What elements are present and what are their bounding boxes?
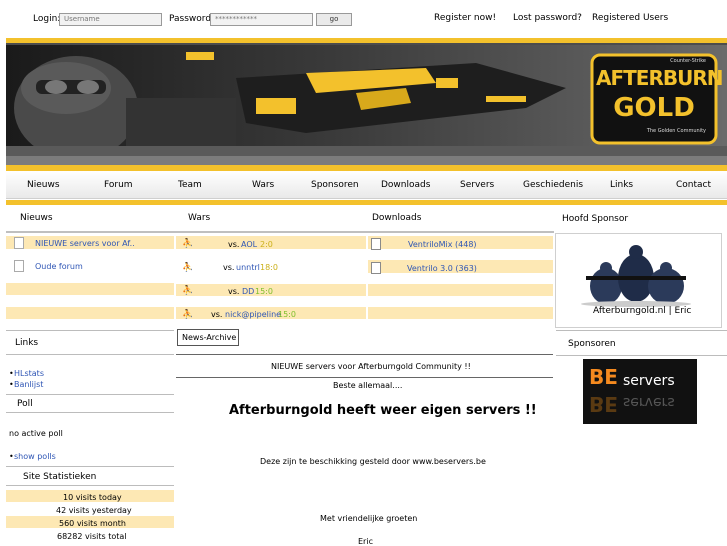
poll-bullet: • [9, 452, 14, 461]
header-banner: Counter-Strike AFTERBURN GOLD The Golden… [6, 38, 727, 165]
link-banlijst[interactable]: Banlijst [14, 380, 43, 389]
nav-forum[interactable]: Forum [104, 180, 133, 190]
hoofd-sponsor-heading: Hoofd Sponsor [562, 214, 629, 224]
stats-today: 10 visits today [63, 493, 122, 502]
war-vs: vs. [228, 287, 240, 296]
stats-yesterday: 42 visits yesterday [56, 506, 132, 515]
divider [176, 354, 553, 355]
war-team[interactable]: unntrl [236, 263, 260, 272]
links-bullet: • [9, 380, 14, 389]
nav-servers[interactable]: Servers [460, 180, 494, 190]
beservers-logo-reflection-be: BE [589, 392, 618, 416]
sponsoren-heading: Sponsoren [568, 339, 616, 349]
war-team[interactable]: DD [242, 287, 254, 296]
counterstrike-icon: ⛹ [182, 263, 194, 273]
links-heading: Links [15, 338, 39, 348]
news-item[interactable]: NIEUWE servers voor Af.. [35, 239, 135, 248]
nav-downloads[interactable]: Downloads [381, 180, 430, 190]
hoofd-sponsor-box[interactable]: Afterburngold.nl | Eric [555, 233, 722, 328]
beservers-logo-servers: servers [623, 373, 675, 389]
war-vs: vs. [228, 240, 240, 249]
news-archive-label: News-Archive [182, 333, 237, 342]
divider [6, 412, 174, 413]
news-headline: NIEUWE servers voor Afterburngold Commun… [271, 362, 471, 371]
war-vs: vs. [211, 310, 223, 319]
logo-top-text: Counter-Strike [670, 58, 706, 64]
download-icon [371, 238, 381, 250]
document-icon [14, 260, 24, 272]
divider [6, 466, 174, 467]
war-score: 15:0 [255, 287, 273, 296]
divider [556, 355, 727, 356]
stats-total: 68282 visits total [57, 532, 127, 541]
top-bar: Login: Username Password: ************ g… [0, 0, 727, 38]
news-intro: Beste allemaal.... [333, 381, 403, 390]
beservers-logo-reflection-servers: servers [623, 394, 675, 410]
beservers-logo[interactable]: BE servers BE servers [583, 359, 697, 424]
divider [6, 354, 174, 355]
nav-geschiedenis[interactable]: Geschiedenis [523, 180, 583, 190]
wars-heading: Wars [188, 213, 211, 223]
divider [6, 330, 174, 331]
news-big-title: Afterburngold heeft weer eigen servers !… [229, 403, 537, 418]
download-item[interactable]: VentriloMix (448) [408, 240, 477, 249]
download-item[interactable]: Ventrilo 3.0 (363) [407, 264, 477, 273]
news-item[interactable]: Oude forum [35, 262, 83, 271]
nav-team[interactable]: Team [178, 180, 202, 190]
war-score: 18:0 [260, 263, 278, 272]
links-bullet: • [9, 369, 14, 378]
main-nav: Nieuws Forum Team Wars Sponsoren Downloa… [6, 171, 727, 199]
login-label: Login: [33, 14, 61, 24]
download-row-empty [368, 307, 553, 319]
nav-nieuws[interactable]: Nieuws [27, 180, 60, 190]
poll-heading: Poll [17, 399, 33, 409]
download-row-empty [368, 284, 553, 296]
nav-links[interactable]: Links [610, 180, 633, 190]
divider [556, 330, 727, 331]
username-input[interactable]: Username [59, 13, 162, 26]
sponsor-caption: Afterburngold.nl | Eric [593, 306, 692, 316]
sponsor-soldiers-image [581, 245, 691, 307]
header-divider [6, 231, 554, 233]
news-body: Deze zijn te beschikking gesteld door ww… [260, 457, 486, 466]
password-label: Password: [169, 14, 215, 24]
war-score: 2:0 [260, 240, 273, 249]
news-row-empty [6, 283, 174, 295]
register-link[interactable]: Register now! [434, 13, 496, 23]
stats-month: 560 visits month [59, 519, 126, 528]
document-icon [14, 237, 24, 249]
logo-tagline: The Golden Community [646, 128, 706, 134]
news-archive-button[interactable]: News-Archive [177, 329, 239, 346]
show-polls-link[interactable]: show polls [14, 452, 56, 461]
registered-users-link[interactable]: Registered Users [592, 13, 668, 23]
news-row-empty [6, 307, 174, 319]
counterstrike-icon: ⛹ [182, 310, 194, 320]
war-vs: vs. [223, 263, 235, 272]
download-icon [371, 262, 381, 274]
war-team[interactable]: AOL [241, 240, 257, 249]
nav-wars[interactable]: Wars [252, 180, 274, 190]
nav-contact[interactable]: Contact [676, 180, 711, 190]
downloads-heading: Downloads [372, 213, 422, 223]
news-regards: Met vriendelijke groeten [320, 514, 418, 523]
stats-heading: Site Statistieken [23, 472, 97, 482]
password-input[interactable]: ************ [210, 13, 313, 26]
lost-password-link[interactable]: Lost password? [513, 13, 582, 23]
go-button[interactable]: go [316, 13, 352, 26]
divider [6, 394, 174, 395]
link-hlstats[interactable]: HLstats [14, 369, 44, 378]
beservers-logo-be: BE [589, 365, 618, 389]
war-team[interactable]: nick@pipeline [225, 310, 281, 319]
logo-gold: GOLD [613, 93, 695, 123]
counterstrike-icon: ⛹ [182, 286, 194, 296]
nieuws-heading: Nieuws [20, 213, 53, 223]
banner-top-stripe-dark [6, 43, 727, 45]
poll-status: no active poll [9, 429, 63, 438]
nav-sponsoren[interactable]: Sponsoren [311, 180, 359, 190]
war-score: 15:0 [278, 310, 296, 319]
logo-afterburn: AFTERBURN [596, 66, 723, 90]
counterstrike-icon: ⛹ [182, 239, 194, 249]
divider [176, 377, 553, 378]
divider [6, 485, 174, 486]
